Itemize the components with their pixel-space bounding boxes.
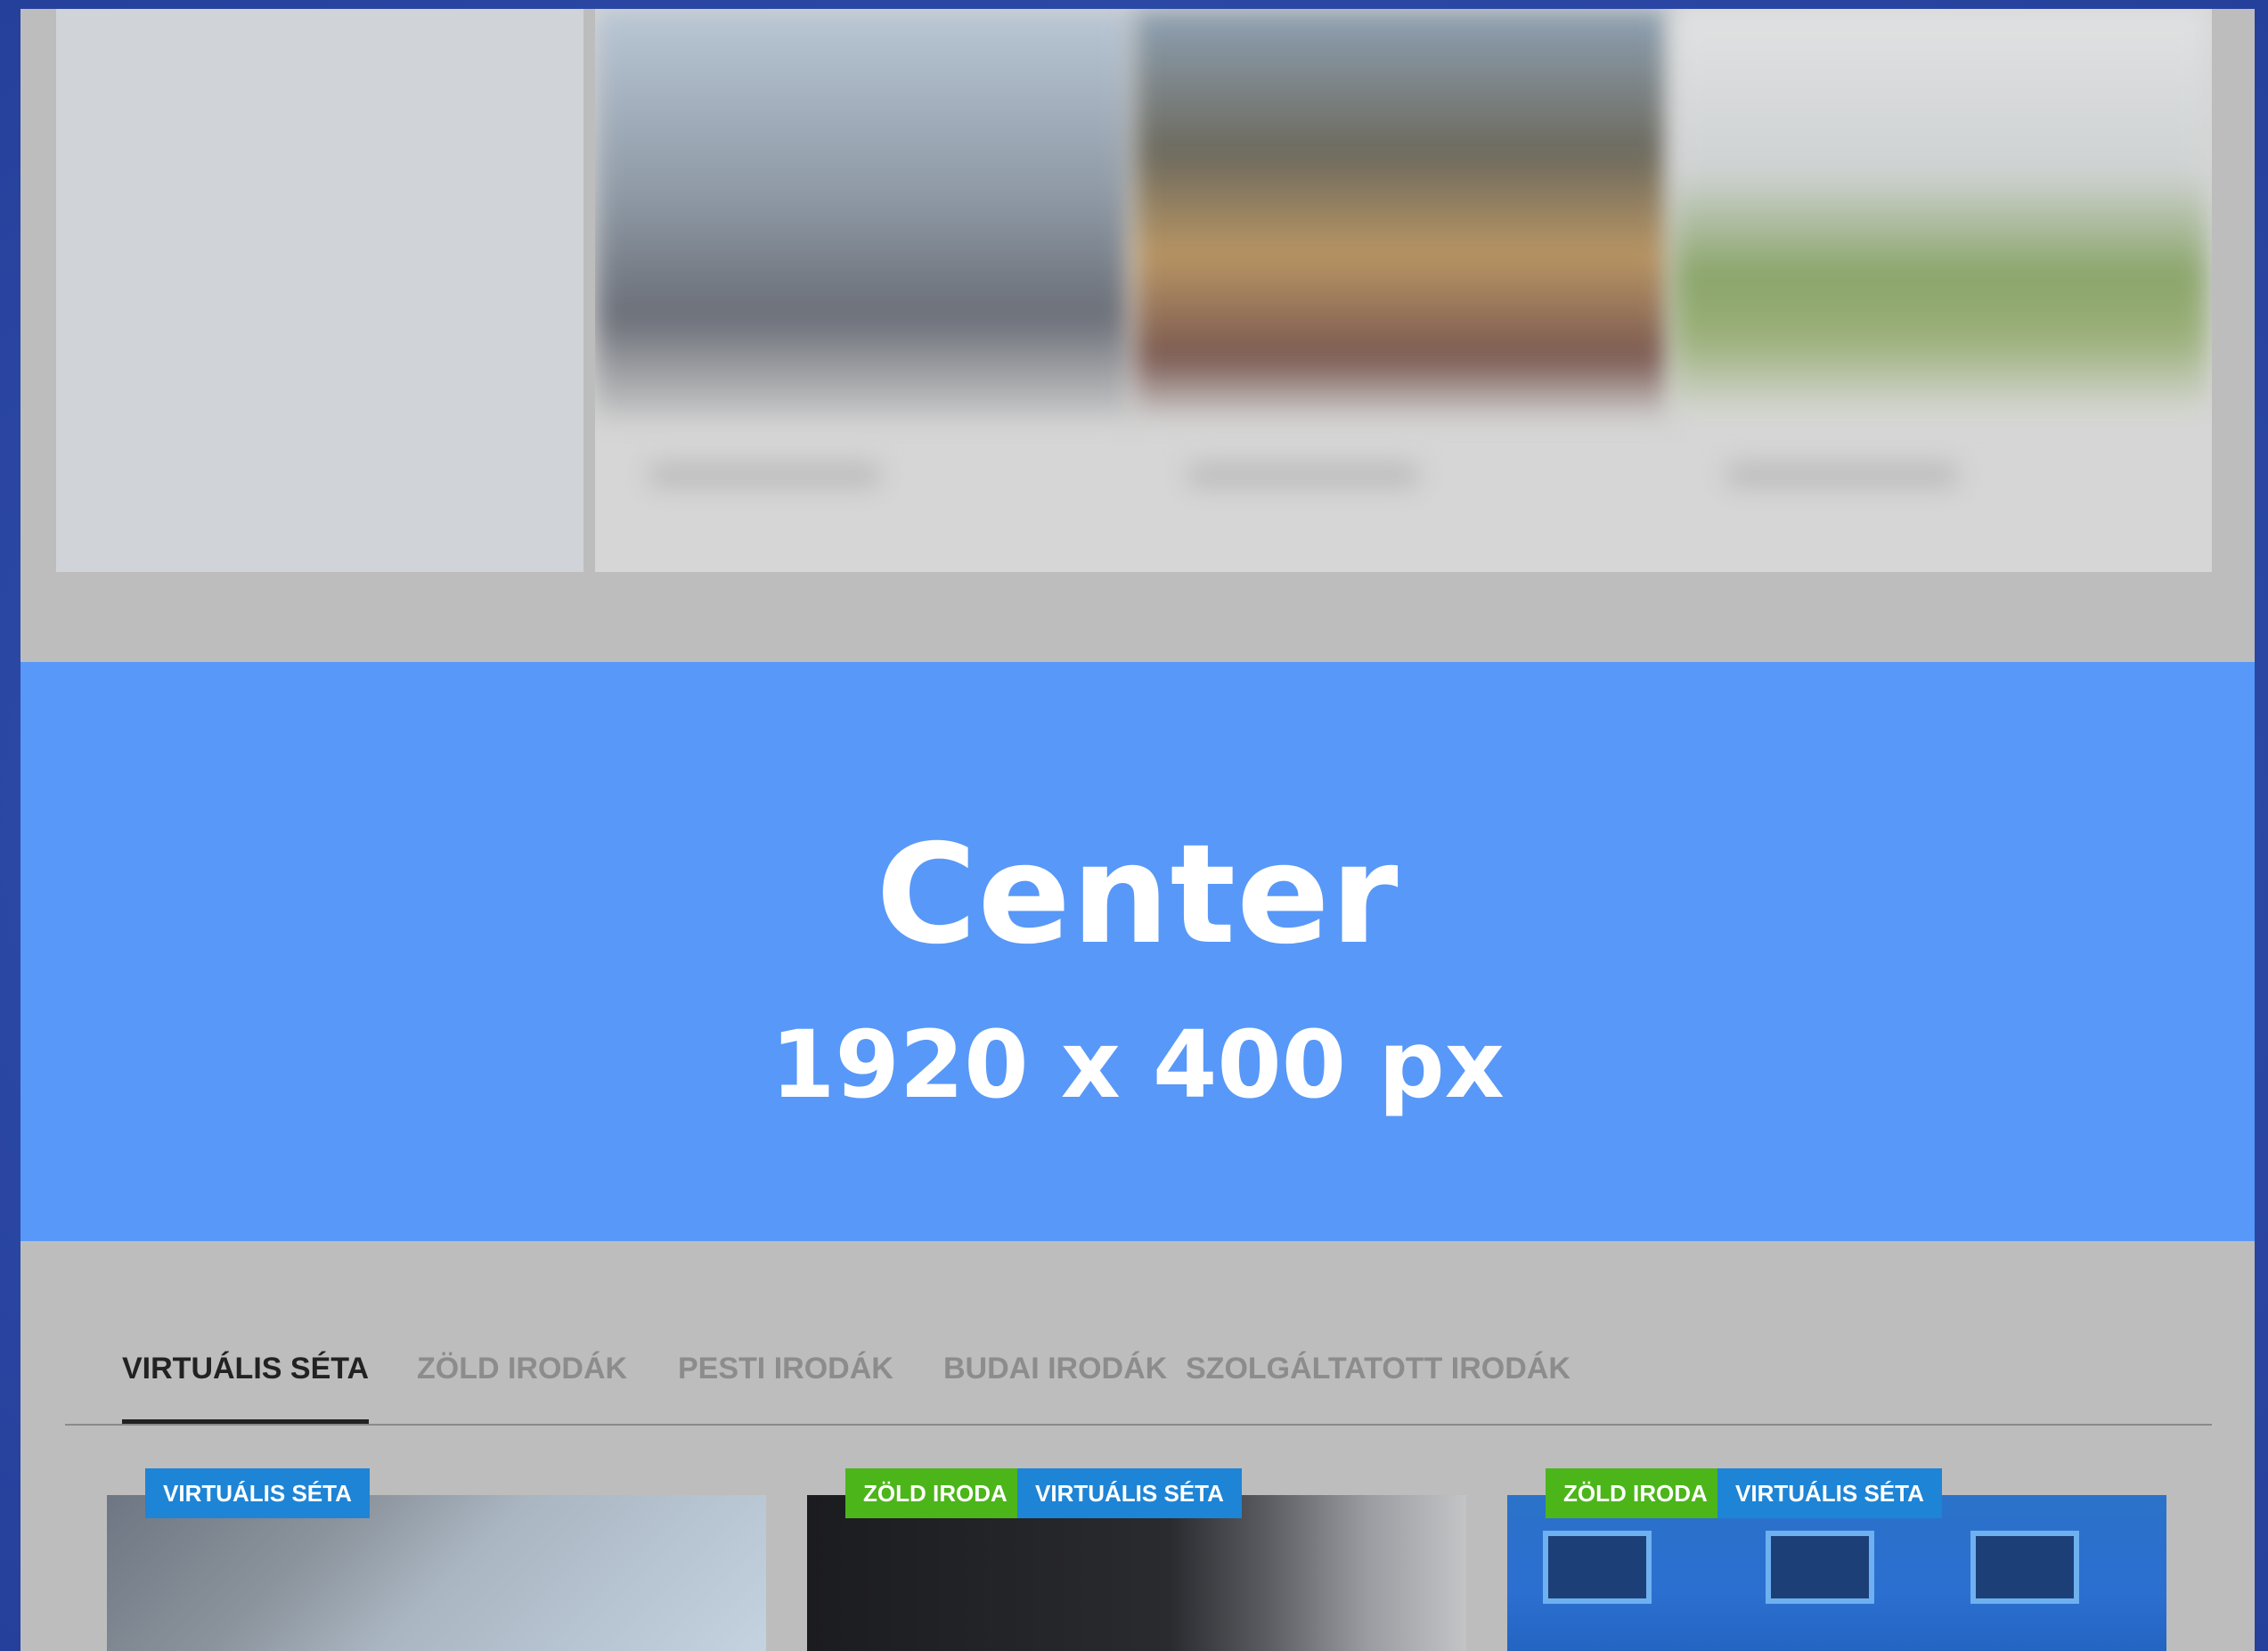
window-shape [1543, 1531, 1652, 1604]
listing-card[interactable] [1507, 1495, 2166, 1651]
gallery-card[interactable] [1134, 9, 1668, 572]
listing-photo [807, 1495, 1466, 1651]
badge-virtual-tour: VIRTUÁLIS SÉTA [1017, 1468, 1242, 1518]
gallery-card[interactable] [595, 9, 1130, 572]
banner-placeholder: Center 1920 x 400 px [20, 662, 2255, 1241]
gallery-caption-blurred [1726, 463, 1958, 486]
gallery-photo [1673, 9, 2207, 419]
gallery-placeholder [56, 9, 583, 572]
gallery-caption-blurred [1187, 463, 1419, 486]
tab-szolgaltatott-irodak[interactable]: SZOLGÁLTATOTT IRODÁK [1186, 1335, 1570, 1424]
gallery-caption-blurred [649, 463, 880, 486]
tab-budai-irodak[interactable]: BUDAI IRODÁK [943, 1335, 1167, 1424]
tab-pesti-irodak[interactable]: PESTI IRODÁK [678, 1335, 893, 1424]
blurred-gallery [56, 9, 2212, 572]
gallery-photo [1134, 9, 1668, 419]
listing-card[interactable] [807, 1495, 1466, 1651]
category-tabs: VIRTUÁLIS SÉTA ZÖLD IRODÁK PESTI IRODÁK … [65, 1335, 2212, 1426]
banner-title: Center [876, 815, 1399, 975]
badge-green-office: ZÖLD IRODA [1546, 1468, 1725, 1518]
page-frame: Center 1920 x 400 px VIRTUÁLIS SÉTA ZÖLD… [20, 9, 2255, 1651]
badge-virtual-tour: VIRTUÁLIS SÉTA [1717, 1468, 1942, 1518]
badge-virtual-tour: VIRTUÁLIS SÉTA [145, 1468, 370, 1518]
tab-virtualis-seta[interactable]: VIRTUÁLIS SÉTA [122, 1335, 370, 1424]
gallery-strip [595, 9, 2212, 572]
gallery-photo [595, 9, 1130, 419]
window-shape [1970, 1531, 2079, 1604]
badge-green-office: ZÖLD IRODA [845, 1468, 1025, 1518]
listing-photo [1507, 1495, 2166, 1651]
gallery-card[interactable] [1673, 9, 2207, 572]
listing-card[interactable] [107, 1495, 766, 1651]
window-shape [1766, 1531, 1874, 1604]
listing-photo [107, 1495, 766, 1651]
tab-zold-irodak[interactable]: ZÖLD IRODÁK [417, 1335, 627, 1424]
banner-dimensions: 1920 x 400 px [771, 1010, 1505, 1119]
